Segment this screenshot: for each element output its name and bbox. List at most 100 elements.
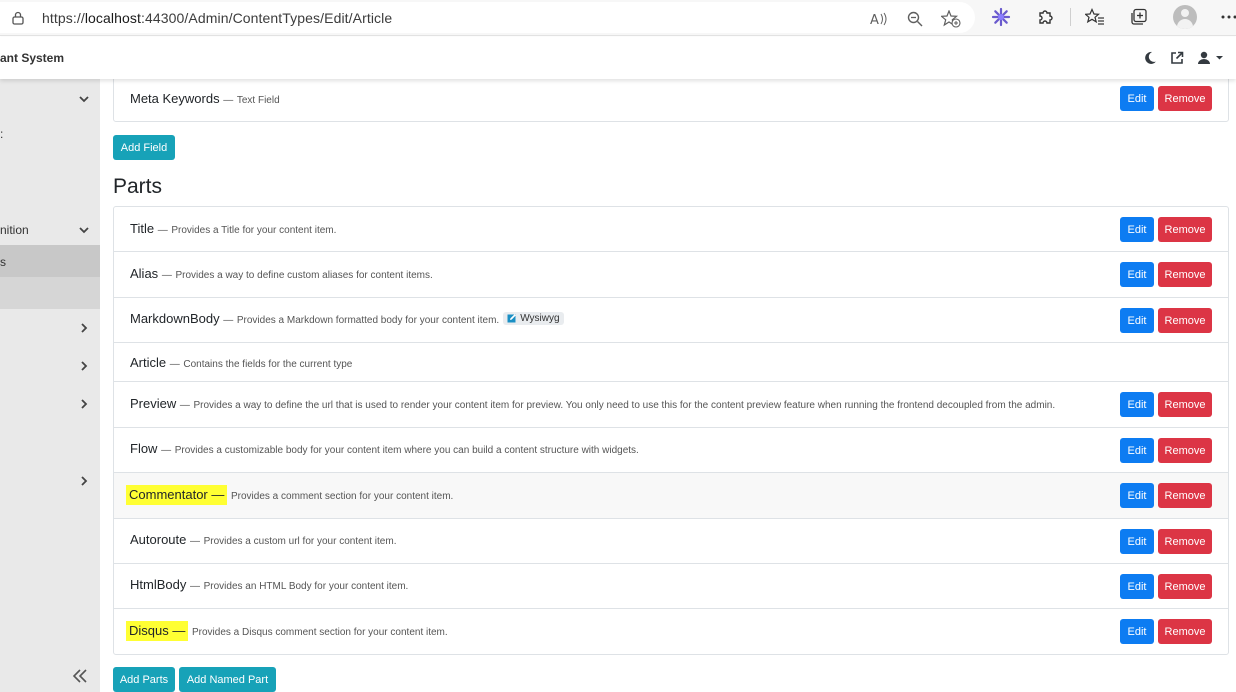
favorites-icon[interactable] [1084, 6, 1106, 28]
field-row-meta-keywords: Meta Keywords — Text Field Edit Remove [114, 74, 1228, 121]
remove-part-button[interactable]: Remove [1158, 308, 1212, 333]
part-description: Provides a way to define custom aliases … [175, 270, 433, 281]
sidebar-item-label: s [0, 255, 6, 269]
part-description: Contains the fields for the current type [183, 359, 353, 370]
edit-pencil-icon [507, 314, 517, 323]
edit-part-button[interactable]: Edit [1120, 262, 1154, 287]
sidebar-item-content-definition[interactable]: nition [0, 213, 100, 245]
edit-part-button[interactable]: Edit [1120, 438, 1154, 463]
part-description: Provides a Disqus comment section for yo… [192, 627, 448, 638]
sidebar-item-5[interactable] [0, 313, 100, 345]
remove-part-button[interactable]: Remove [1158, 529, 1212, 554]
brand-title[interactable]: ant System [0, 51, 64, 65]
parts-heading: Parts [113, 175, 163, 198]
sidebar-item-content-types[interactable]: s [0, 245, 100, 277]
remove-part-button[interactable]: Remove [1158, 619, 1212, 644]
lock-icon[interactable] [12, 11, 24, 25]
user-menu-icon[interactable] [1196, 49, 1226, 67]
read-aloud-icon[interactable]: A [868, 8, 890, 30]
part-row-markdownbody: MarkdownBody — Provides a Markdown forma… [114, 298, 1228, 343]
extension-copilot-icon[interactable] [990, 6, 1012, 28]
external-link-icon[interactable] [1168, 49, 1186, 67]
chevron-right-icon[interactable] [78, 398, 90, 410]
sidebar-item-7[interactable] [0, 389, 100, 421]
fields-list: Meta Keywords — Text Field Edit Remove [113, 73, 1229, 122]
part-name: HtmlBody [130, 577, 187, 592]
collections-icon[interactable] [1128, 6, 1150, 28]
parts-list: Title — Provides a Title for your conten… [113, 206, 1229, 655]
part-row-commentator: Commentator — Provides a comment section… [114, 473, 1228, 519]
sidebar-item-8[interactable] [0, 466, 100, 498]
chevron-down-icon[interactable] [78, 224, 90, 236]
chevron-right-icon[interactable] [78, 322, 90, 334]
part-name: Preview [130, 396, 177, 411]
sidebar-item-6[interactable] [0, 351, 100, 383]
profile-avatar-icon[interactable] [1173, 5, 1197, 29]
highlighted-part-name: Commentator — [126, 485, 228, 505]
add-favorite-icon[interactable] [940, 8, 962, 30]
main-content: Meta Keywords — Text Field Edit Remove A… [100, 73, 1236, 692]
remove-field-button[interactable]: Remove [1158, 86, 1212, 111]
add-parts-button[interactable]: Add Parts [113, 667, 175, 692]
field-name: Meta Keywords [130, 91, 220, 106]
dark-mode-moon-icon[interactable] [1141, 49, 1159, 67]
edit-field-button[interactable]: Edit [1120, 86, 1154, 111]
remove-part-button[interactable]: Remove [1158, 217, 1212, 242]
part-description: Provides an HTML Body for your content i… [203, 581, 409, 592]
add-field-button[interactable]: Add Field [113, 135, 175, 160]
admin-sidebar: : nition s [0, 79, 100, 692]
app-header: ant System [0, 37, 1236, 79]
chevron-down-icon[interactable] [78, 93, 90, 105]
chevron-right-icon[interactable] [78, 475, 90, 487]
sidebar-item-1[interactable] [0, 83, 100, 115]
part-name: Title [130, 221, 155, 236]
edit-part-button[interactable]: Edit [1120, 574, 1154, 599]
edit-part-button[interactable]: Edit [1120, 217, 1154, 242]
part-row-alias: Alias — Provides a way to define custom … [114, 252, 1228, 298]
part-row-article: Article — Contains the fields for the cu… [114, 343, 1228, 382]
edit-part-button[interactable]: Edit [1120, 392, 1154, 417]
part-name: Flow [130, 441, 158, 456]
extensions-icon[interactable] [1035, 6, 1057, 28]
field-type: Text Field [236, 95, 280, 106]
edit-part-button[interactable]: Edit [1120, 483, 1154, 508]
sidebar-item-label: nition [0, 223, 29, 237]
part-name: Article [130, 355, 167, 370]
part-description: Provides a way to define the url that is… [193, 400, 1056, 411]
zoom-out-icon[interactable] [904, 8, 926, 30]
part-row-preview: Preview — Provides a way to define the u… [114, 382, 1228, 428]
remove-part-button[interactable]: Remove [1158, 483, 1212, 508]
part-description: Provides a Markdown formatted body for y… [236, 315, 500, 326]
part-description: Provides a custom url for your content i… [203, 536, 397, 547]
url-text[interactable]: https://localhost:44300/Admin/ContentTyp… [42, 10, 392, 26]
part-row-title: Title — Provides a Title for your conten… [114, 207, 1228, 252]
edit-part-button[interactable]: Edit [1120, 619, 1154, 644]
address-bar[interactable]: https://localhost:44300/Admin/ContentTyp… [0, 2, 975, 33]
part-description: Provides a customizable body for your co… [174, 445, 639, 456]
part-name: Autoroute [130, 532, 187, 547]
edit-part-button[interactable]: Edit [1120, 308, 1154, 333]
sidebar-item-2[interactable]: : [0, 117, 100, 149]
badge-label: Wysiwyg [520, 312, 560, 324]
remove-part-button[interactable]: Remove [1158, 438, 1212, 463]
sidebar-item-content-parts[interactable] [0, 277, 100, 309]
svg-text:A: A [870, 13, 879, 27]
remove-part-button[interactable]: Remove [1158, 574, 1212, 599]
part-name: MarkdownBody [130, 311, 220, 326]
editor-badge[interactable]: Wysiwyg [503, 311, 564, 325]
browser-toolbar: https://localhost:44300/Admin/ContentTyp… [0, 0, 1236, 36]
chevron-right-icon[interactable] [78, 360, 90, 372]
toolbar-divider [1070, 8, 1071, 26]
part-row-htmlbody: HtmlBody — Provides an HTML Body for you… [114, 564, 1228, 609]
more-options-icon[interactable] [1218, 6, 1236, 28]
sidebar-item-label: : [0, 127, 4, 141]
remove-part-button[interactable]: Remove [1158, 392, 1212, 417]
part-row-autoroute: Autoroute — Provides a custom url for yo… [114, 519, 1228, 564]
part-name: Alias [130, 266, 159, 281]
part-description: Provides a comment section for your cont… [231, 491, 454, 502]
remove-part-button[interactable]: Remove [1158, 262, 1212, 287]
add-named-part-button[interactable]: Add Named Part [179, 667, 276, 692]
edit-part-button[interactable]: Edit [1120, 529, 1154, 554]
highlighted-part-name: Disqus — [126, 621, 189, 641]
collapse-sidebar-icon[interactable] [72, 664, 88, 690]
